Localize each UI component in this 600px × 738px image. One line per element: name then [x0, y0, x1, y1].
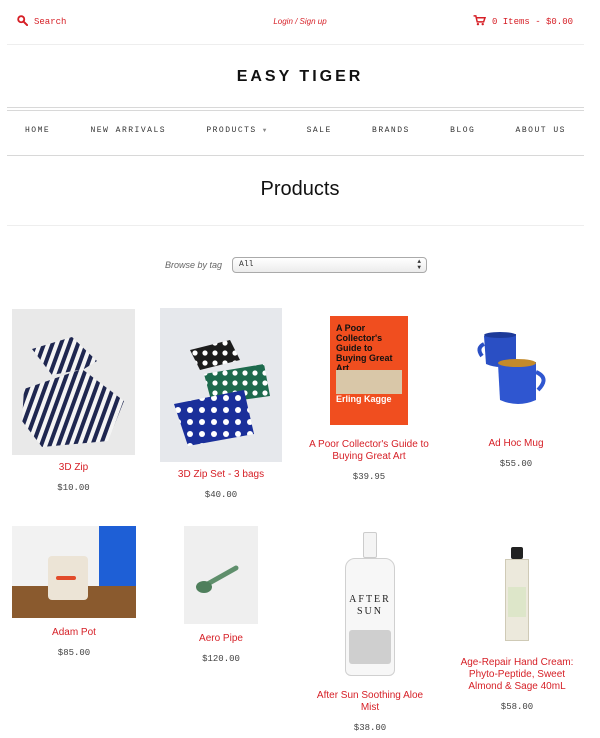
spray-nozzle — [363, 532, 377, 558]
nav-new-arrivals[interactable]: NEW ARRIVALS — [90, 126, 166, 135]
page-title: Products — [260, 178, 340, 200]
product-name[interactable]: 3D Zip Set - 3 bags — [160, 469, 282, 481]
book-cover-picture — [336, 370, 402, 394]
product-name[interactable]: Aero Pipe — [164, 633, 278, 645]
cart-link[interactable]: 0 Items - $0.00 — [473, 15, 573, 29]
product-price: $85.00 — [57, 648, 91, 658]
product-image[interactable] — [476, 318, 556, 426]
bottle-label: AFTER SUN — [349, 594, 391, 617]
tag-filter: Browse by tag All ▲ ▼ — [165, 257, 428, 273]
divider — [7, 110, 584, 111]
product-image[interactable] — [12, 526, 136, 618]
cart-icon — [473, 15, 487, 29]
divider — [7, 44, 584, 45]
chevron-down-icon: ▼ — [262, 127, 267, 134]
product-card[interactable]: 3D Zip $10.00 — [12, 309, 135, 493]
product-name[interactable]: Ad Hoc Mug — [460, 438, 572, 450]
product-card[interactable]: A Poor Collector's Guide to Buying Great… — [305, 316, 433, 482]
product-price: $120.00 — [202, 654, 240, 664]
product-image[interactable] — [12, 309, 135, 455]
tube-label — [508, 587, 526, 617]
divider — [7, 155, 584, 156]
product-price: $39.95 — [352, 472, 386, 482]
product-name[interactable]: Adam Pot — [12, 627, 136, 639]
product-card[interactable]: Ad Hoc Mug $55.00 — [460, 318, 572, 469]
product-name[interactable]: A Poor Collector's Guide to Buying Great… — [305, 439, 433, 463]
tube-cap — [511, 547, 523, 559]
nav-brands[interactable]: BRANDS — [372, 126, 410, 135]
store-logo[interactable]: EASY TIGER — [0, 68, 600, 86]
select-arrows-icon: ▲ ▼ — [417, 258, 422, 271]
product-price: $55.00 — [499, 459, 533, 469]
product-name[interactable]: After Sun Soothing Aloe Mist — [310, 690, 430, 714]
nav-sale[interactable]: SALE — [307, 126, 332, 135]
product-price: $40.00 — [204, 490, 238, 500]
divider — [7, 107, 584, 108]
tag-select-value: All — [239, 260, 254, 269]
product-image[interactable] — [184, 526, 258, 624]
product-card[interactable]: Aero Pipe $120.00 — [164, 526, 278, 664]
nav-products-label: PRODUCTS — [206, 126, 257, 135]
tag-select[interactable]: All ▲ ▼ — [232, 257, 428, 273]
product-image[interactable]: A Poor Collector's Guide to Buying Great… — [330, 316, 408, 425]
product-card[interactable]: AFTER SUN After Sun Soothing Aloe Mist $… — [310, 532, 430, 733]
tag-filter-label: Browse by tag — [165, 260, 223, 270]
top-bar: Search Login / Sign up 0 Items - $0.00 — [0, 0, 600, 44]
product-price: $38.00 — [353, 723, 387, 733]
pot-mouth — [56, 576, 76, 580]
product-image[interactable]: AFTER SUN — [337, 532, 403, 680]
book-cover-title: A Poor Collector's Guide to Buying Great… — [336, 323, 393, 373]
product-card[interactable]: Adam Pot $85.00 — [12, 526, 136, 658]
product-price: $10.00 — [57, 483, 90, 493]
book-cover-author: Erling Kagge — [336, 394, 392, 404]
login-signup-link[interactable]: Login / Sign up — [273, 17, 326, 26]
product-name[interactable]: 3D Zip — [12, 462, 135, 474]
cart-summary: 0 Items - $0.00 — [491, 17, 573, 27]
product-card[interactable]: 3D Zip Set - 3 bags $40.00 — [160, 308, 282, 500]
nav-about-us[interactable]: ABOUT US — [516, 126, 566, 135]
product-image[interactable] — [160, 308, 282, 462]
nav-blog[interactable]: BLOG — [450, 126, 475, 135]
product-price: $58.00 — [500, 702, 534, 712]
main-nav: HOME NEW ARRIVALS PRODUCTS ▼ SALE BRANDS … — [7, 126, 584, 135]
product-image[interactable] — [502, 547, 532, 643]
bottle-illustration — [349, 630, 391, 664]
divider — [7, 225, 584, 226]
nav-home[interactable]: HOME — [25, 126, 50, 135]
nav-products[interactable]: PRODUCTS ▼ — [206, 126, 266, 135]
product-name[interactable]: Age-Repair Hand Cream: Phyto-Peptide, Sw… — [454, 657, 580, 693]
product-card[interactable]: Age-Repair Hand Cream: Phyto-Peptide, Sw… — [454, 547, 580, 712]
